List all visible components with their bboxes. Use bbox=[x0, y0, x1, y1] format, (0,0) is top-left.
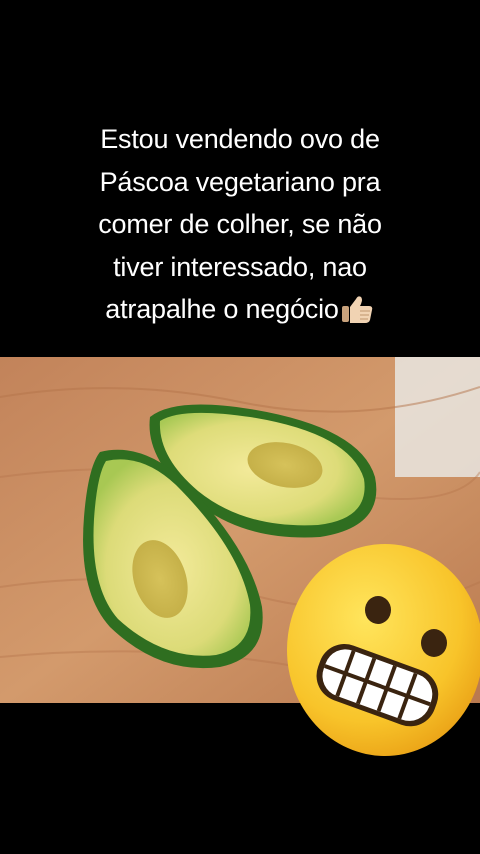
caption-line-1: Estou vendendo ovo de bbox=[100, 124, 380, 154]
grimacing-face-icon bbox=[287, 544, 480, 756]
caption-text: Estou vendendo ovo de Páscoa vegetariano… bbox=[20, 118, 460, 331]
caption-line-3: comer de colher, se não bbox=[98, 209, 382, 239]
caption-line-5-text: atrapalhe o negócio bbox=[105, 294, 339, 324]
caption-line-4: tiver interessado, nao bbox=[113, 251, 367, 282]
thumbs-up-icon bbox=[341, 296, 372, 323]
caption-line-5: atrapalhe o negócio bbox=[20, 288, 460, 331]
caption-line-2: Páscoa vegetariano pra bbox=[99, 166, 381, 197]
video-frame: Estou vendendo ovo de Páscoa vegetariano… bbox=[0, 0, 480, 854]
